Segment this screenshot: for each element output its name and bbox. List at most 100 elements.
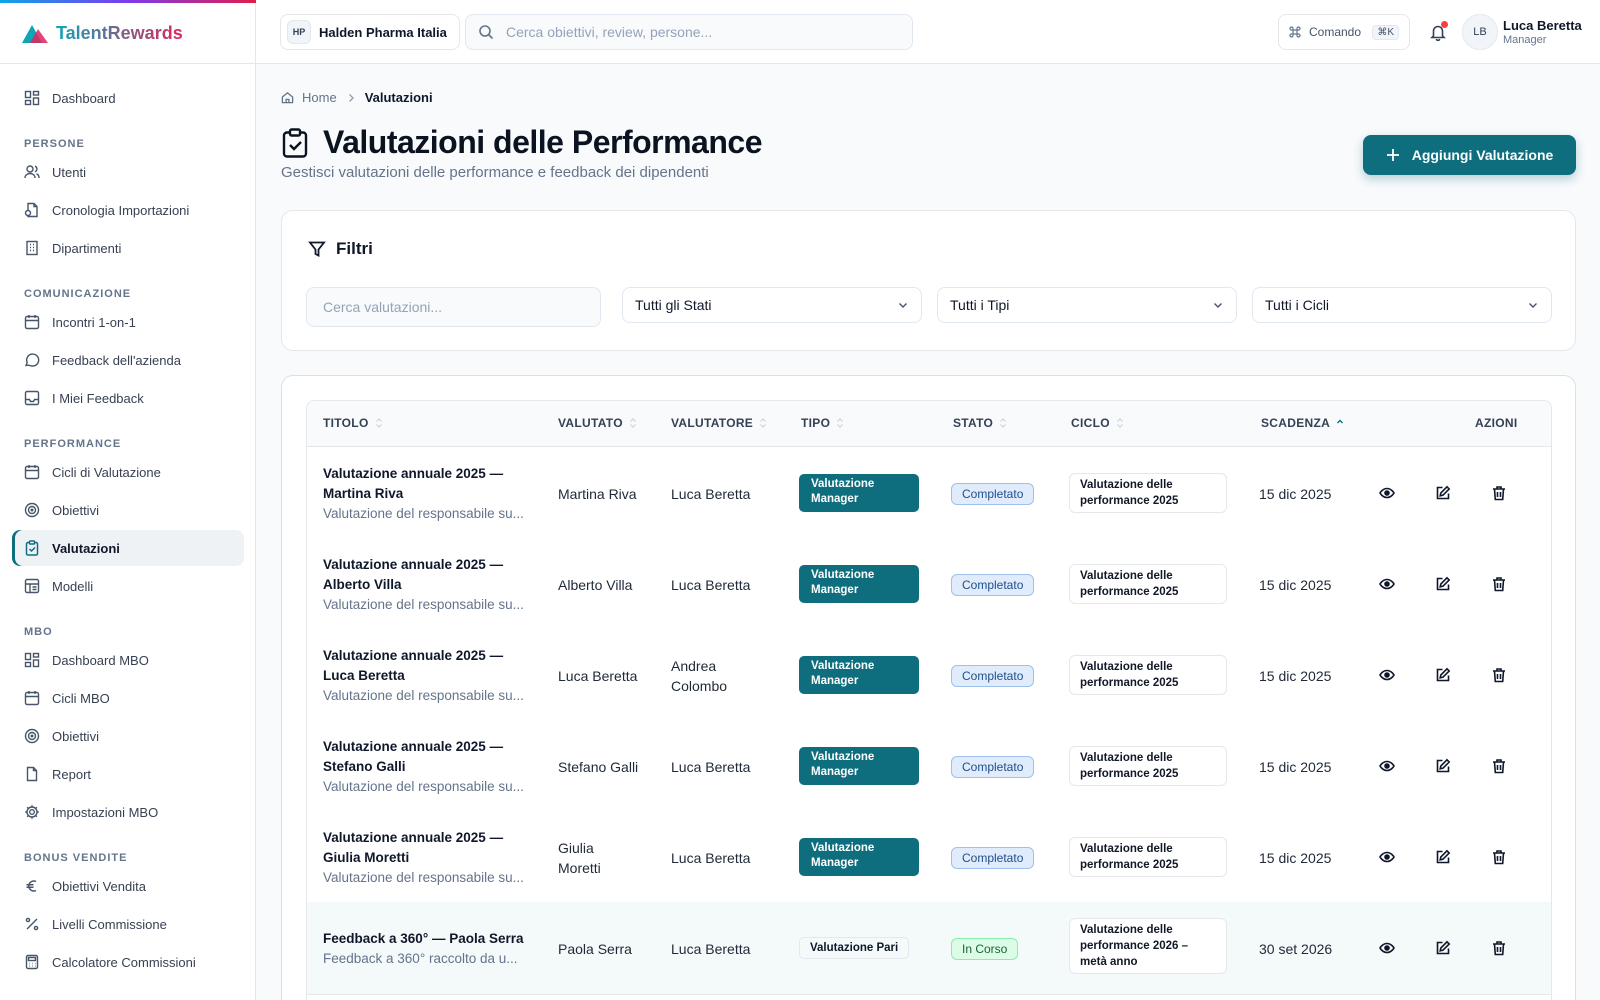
table-row[interactable]: Valutazione annuale 2025 — Alberto Villa … <box>307 538 1551 631</box>
row-description: Feedback a 360° raccolto da u... <box>323 950 518 966</box>
row-description: Valutazione del responsabile su... <box>323 778 524 794</box>
col-valutato[interactable]: VALUTATO <box>558 416 637 430</box>
edit-button[interactable] <box>1433 756 1453 776</box>
add-valutazione-button[interactable]: Aggiungi Valutazione <box>1363 135 1576 175</box>
view-button[interactable] <box>1377 483 1397 503</box>
sidebar-item-obiettivi-vendita[interactable]: Obiettivi Vendita <box>12 868 244 904</box>
sort-icon <box>760 418 767 428</box>
col-titolo[interactable]: TITOLO <box>323 416 383 430</box>
edit-button[interactable] <box>1433 574 1453 594</box>
sidebar-item-cronologia-importazioni[interactable]: Cronologia Importazioni <box>12 192 244 228</box>
delete-button[interactable] <box>1489 574 1509 594</box>
sidebar-item-impostazioni-mbo[interactable]: Impostazioni MBO <box>12 794 244 830</box>
filter-ciclo-select[interactable]: Tutti i Cicli <box>1252 287 1552 323</box>
view-button[interactable] <box>1377 847 1397 867</box>
delete-button[interactable] <box>1489 483 1509 503</box>
col-scadenza[interactable]: SCADENZA <box>1261 416 1344 430</box>
cell-valutato: Martina Riva <box>558 485 637 502</box>
col-stato[interactable]: STATO <box>953 416 1007 430</box>
sidebar-item-report[interactable]: Report <box>12 756 244 792</box>
cell-titolo: Valutazione annuale 2025 — Alberto Villa … <box>323 538 538 631</box>
sidebar-item-modelli[interactable]: Modelli <box>12 568 244 604</box>
col-tipo[interactable]: TIPO <box>801 416 844 430</box>
delete-button[interactable] <box>1489 938 1509 958</box>
table-row[interactable]: Feedback a 360° — Paola Serra Feedback a… <box>307 902 1551 995</box>
filter-tipo-select[interactable]: Tutti i Tipi <box>937 287 1237 323</box>
inbox-icon <box>24 390 40 406</box>
edit-button[interactable] <box>1433 665 1453 685</box>
sidebar-item-livelli-commissione[interactable]: Livelli Commissione <box>12 906 244 942</box>
trash-icon <box>1493 759 1505 774</box>
view-button[interactable] <box>1377 938 1397 958</box>
report-icon <box>26 766 38 782</box>
breadcrumb-home[interactable]: Home <box>302 90 337 105</box>
view-button[interactable] <box>1377 756 1397 776</box>
filter-stato-select[interactable]: Tutti gli Stati <box>622 287 922 323</box>
tipo-label-line: Valutazione <box>811 569 875 581</box>
cell-valutato: Stefano Galli <box>558 758 639 775</box>
edit-icon <box>1436 576 1451 591</box>
sidebar-item-label: Valutazioni <box>52 540 120 556</box>
sidebar-item-miei-feedback[interactable]: I Miei Feedback <box>12 380 244 416</box>
user-avatar[interactable]: LB <box>1462 14 1498 50</box>
view-button[interactable] <box>1377 574 1397 594</box>
sidebar-item-label: Feedback dell'azienda <box>52 352 181 368</box>
sidebar-item-cicli-mbo[interactable]: Cicli MBO <box>12 680 244 716</box>
cell-titolo: Feedback a 360° — Paola Serra Feedback a… <box>323 902 538 995</box>
sidebar-divider <box>0 63 256 64</box>
table-row[interactable]: Valutazione annuale 2025 — Martina Riva V… <box>307 447 1551 540</box>
sidebar-item-valutazioni[interactable]: Valutazioni <box>12 530 244 566</box>
filters-card: Filtri Tutti gli Stati Tutti i Tipi Tutt… <box>281 210 1576 351</box>
sidebar-item-incontri[interactable]: Incontri 1-on-1 <box>12 304 244 340</box>
edit-button[interactable] <box>1433 483 1453 503</box>
command-palette-button[interactable]: Comando ⌘K <box>1278 14 1410 50</box>
table-row[interactable]: Valutazione annuale 2025 — Giulia Moretti… <box>307 811 1551 904</box>
page-title: Valutazioni delle Performance <box>323 124 762 160</box>
section-bonus-vendite: BONUS VENDITE <box>24 852 128 864</box>
filters-title: Filtri <box>336 239 373 258</box>
delete-button[interactable] <box>1489 756 1509 776</box>
sidebar-item-utenti[interactable]: Utenti <box>12 154 244 190</box>
col-ciclo[interactable]: CICLO <box>1071 416 1124 430</box>
table-row[interactable]: Valutazione annuale 2025 — Luca Beretta V… <box>307 629 1551 722</box>
ciclo-badge: Valutazione delle performance 2026 – metà … <box>1069 918 1227 974</box>
filter-search-input[interactable] <box>306 287 601 327</box>
col-valutatore[interactable]: VALUTATORE <box>671 416 767 430</box>
row-title: Valutazione annuale 2025 — Giulia Moretti <box>323 829 504 865</box>
table-row[interactable]: Valutazione annuale 2025 — Stefano Galli … <box>307 720 1551 813</box>
user-menu[interactable]: Luca Beretta Manager <box>1503 18 1598 46</box>
edit-button[interactable] <box>1433 938 1453 958</box>
edit-icon <box>1436 485 1451 500</box>
row-title: Valutazione annuale 2025 — Luca Beretta <box>323 647 504 683</box>
tipo-label-line: Manager <box>811 857 859 869</box>
cell-valutatore: Luca Beretta <box>671 576 751 593</box>
sidebar-item-label: Calcolatore Commissioni <box>52 954 196 970</box>
trash-icon <box>1493 577 1505 592</box>
tipo-badge: Valutazione Manager <box>799 656 919 694</box>
app-logo[interactable]: TalentRewards <box>22 20 183 46</box>
trash-icon <box>1493 486 1505 501</box>
edit-button[interactable] <box>1433 847 1453 867</box>
euro-icon <box>26 880 37 892</box>
template-icon <box>24 578 40 594</box>
sort-icon <box>629 418 636 428</box>
delete-button[interactable] <box>1489 847 1509 867</box>
tipo-label-line: Valutazione <box>811 842 875 854</box>
notifications-button[interactable] <box>1426 20 1450 44</box>
global-search-input[interactable] <box>506 24 886 40</box>
sidebar-item-cicli-valutazione[interactable]: Cicli di Valutazione <box>12 454 244 490</box>
sidebar-item-obiettivi[interactable]: Obiettivi <box>12 492 244 528</box>
delete-button[interactable] <box>1489 665 1509 685</box>
sidebar-item-calcolatore-commissioni[interactable]: Calcolatore Commissioni <box>12 944 244 980</box>
global-search[interactable] <box>465 14 913 50</box>
command-shortcut: ⌘K <box>1372 24 1399 40</box>
sidebar-item-dashboard-mbo[interactable]: Dashboard MBO <box>12 642 244 678</box>
sidebar-item-obiettivi-mbo[interactable]: Obiettivi <box>12 718 244 754</box>
sidebar-item-dashboard[interactable]: Dashboard <box>12 80 244 116</box>
status-badge: Completato <box>951 574 1035 596</box>
company-switcher[interactable]: HP Halden Pharma Italia <box>280 14 460 50</box>
status-badge: In Corso <box>951 938 1019 960</box>
sidebar-item-feedback-azienda[interactable]: Feedback dell'azienda <box>12 342 244 378</box>
view-button[interactable] <box>1377 665 1397 685</box>
sidebar-item-dipartimenti[interactable]: Dipartimenti <box>12 230 244 266</box>
